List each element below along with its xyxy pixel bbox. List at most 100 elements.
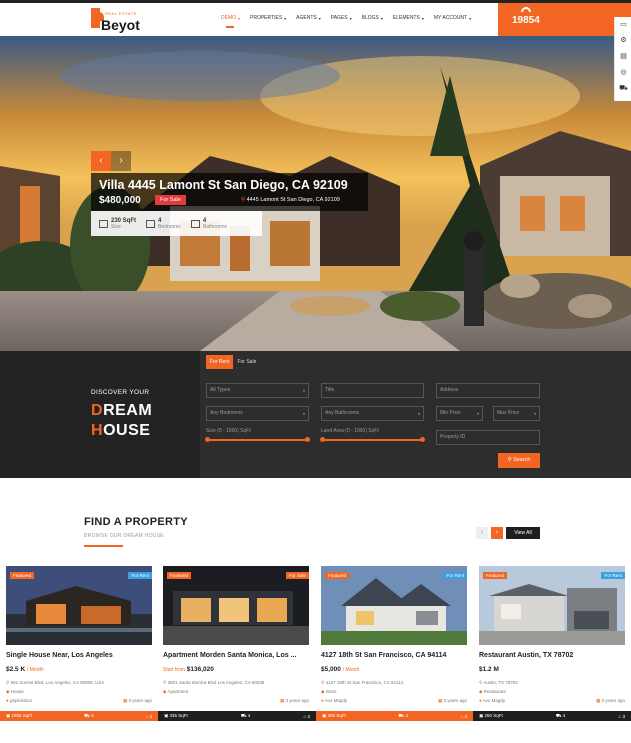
property-name[interactable]: Restaurant Austin, TX 78702 (479, 652, 573, 659)
nav-elements[interactable]: ELEMENTS ▾ (393, 15, 424, 21)
property-agent[interactable]: ● g5plusskcs (6, 698, 32, 703)
feature-bedrooms: 4 Bedrooms (146, 218, 181, 230)
dream-house-heading: DREAM HOUSE (91, 401, 152, 441)
baths-value: 3 (307, 713, 310, 719)
phone-icon (521, 7, 531, 12)
land-range-track[interactable] (323, 439, 423, 441)
property-card[interactable]: Featured For Rent Single House Near, Los… (6, 566, 152, 720)
feature-size: 230 SqFt Size (99, 218, 136, 230)
types-select[interactable]: All Types ▾ (206, 383, 309, 398)
tab-for-sale[interactable]: For Sale (233, 355, 260, 369)
property-card[interactable]: Featured For Sale Apartment Morden Santa… (163, 566, 309, 720)
target-icon[interactable]: ◎ (615, 65, 631, 81)
button-label: Search (513, 457, 531, 463)
type-text: Store (325, 689, 337, 694)
nav-label: DEMO (221, 15, 236, 21)
land-range-min-handle[interactable] (320, 437, 325, 442)
chevron-down-icon: ▾ (421, 15, 424, 21)
type-text: House (10, 689, 24, 694)
status-badge: For Rent (443, 572, 467, 579)
chevron-right-icon[interactable]: › (111, 151, 131, 171)
chevron-right-icon[interactable]: › (491, 527, 503, 539)
property-image[interactable]: Featured For Rent (6, 566, 152, 645)
phone-box[interactable]: 19854 (498, 3, 631, 36)
tag-icon: ◆ (163, 689, 167, 694)
property-agent[interactable]: ● Avo Magdy (321, 698, 347, 703)
address-input[interactable]: Address (436, 383, 540, 398)
bathrooms-select[interactable]: Any Bathrooms ▾ (321, 406, 424, 421)
search-button[interactable]: ⚲ Search (498, 453, 540, 468)
property-id-input[interactable]: Property ID (436, 430, 540, 445)
select-value: Any Bedrooms (210, 410, 243, 416)
property-type: ◆ Restaurant (479, 689, 506, 695)
property-features-strip: ▣ 300 SqFt ⛟ 4 ⌂ 3 (316, 711, 473, 721)
monitor-icon[interactable]: ▭ (615, 17, 631, 33)
size-range-min-handle[interactable] (205, 437, 210, 442)
select-value: Min Price (440, 410, 461, 416)
document-icon[interactable]: ▤ (615, 49, 631, 65)
settings-icon[interactable]: ⚙ (615, 33, 631, 49)
property-features-strip: ▣ 260 SqFt ⛟ 4 ⌂ 3 (473, 711, 631, 721)
property-address: ⚲ 3601 Santa Monica Blvd Los Angeles, CA… (163, 680, 264, 686)
beds-value: 3 (91, 712, 94, 718)
nav-my-account[interactable]: MY ACCOUNT ▾ (434, 15, 471, 21)
nav-pages[interactable]: PAGES ▾ (331, 15, 352, 21)
property-image[interactable]: Featured For Rent (479, 566, 625, 645)
nav-agents[interactable]: AGENTS ▾ (296, 15, 321, 21)
nav-label: PAGES (330, 15, 348, 21)
property-image[interactable]: Featured For Rent (321, 566, 467, 645)
property-type: ◆ House (6, 689, 24, 695)
property-image[interactable]: Featured For Sale (163, 566, 309, 645)
max-price-select[interactable]: Max Price ▾ (493, 406, 540, 421)
size-range-track[interactable] (208, 439, 308, 441)
land-range-max-handle[interactable] (420, 437, 425, 442)
cart-icon[interactable]: ⛟ (615, 81, 631, 97)
chevron-down-icon: ▾ (469, 15, 472, 21)
heading-initial: H (91, 422, 104, 439)
feature-beds: ⛟ 3 (84, 712, 94, 718)
min-price-select[interactable]: Min Price ▾ (436, 406, 483, 421)
property-name[interactable]: Apartment Morden Santa Monica, Los ... (163, 652, 296, 659)
nav-demo[interactable]: DEMO ▾ (221, 15, 241, 28)
property-features-strip: ▣ 1856 SqFt ⛟ 3 ⌂ 3 (0, 711, 158, 721)
property-card[interactable]: Featured For Rent 4127 18th St San Franc… (321, 566, 467, 720)
property-address: ⚲ 4127 18th St San Francisco, CA 94114 (321, 680, 403, 686)
chevron-left-icon[interactable]: ‹ (476, 527, 488, 539)
view-all-button[interactable]: View All (506, 527, 540, 539)
phone-number: 19854 (512, 15, 540, 26)
nav-properties[interactable]: PROPERTIES ▾ (250, 15, 286, 21)
nav-label: AGENTS (296, 15, 317, 21)
hero-features: 230 SqFt Size 4 Bedrooms 4 Bathrooms (91, 211, 262, 236)
featured-badge: Featured (483, 572, 508, 579)
property-name[interactable]: 4127 18th St San Francisco, CA 94114 (321, 652, 446, 659)
property-card[interactable]: Featured For Rent Restaurant Austin, TX … (479, 566, 625, 720)
nav-blogs[interactable]: BLOGS ▾ (362, 15, 383, 21)
post-date: ▦ 3 years ago (438, 698, 467, 704)
active-underline (226, 26, 234, 28)
chevron-down-icon: ▾ (380, 15, 383, 21)
hero-address-text: 4445 Lamont St San Diego, CA 92109 (246, 197, 340, 203)
title-input[interactable]: Title (321, 383, 424, 398)
size-range-max-handle[interactable] (305, 437, 310, 442)
chevron-down-icon: ▾ (238, 15, 241, 21)
hero-title[interactable]: Villa 4445 Lamont St San Diego, CA 92109 (99, 178, 348, 192)
beds-value: 4 (405, 712, 408, 718)
beds-value: 4 (562, 712, 566, 718)
agent-text: Avo Magdy (324, 698, 348, 703)
date-text: 3 years ago (443, 698, 467, 703)
logo[interactable]: REAL ESTATE Beyot (91, 8, 141, 34)
calendar-icon: ▦ (279, 698, 285, 703)
property-agent[interactable]: ● Avo Magdy (479, 698, 505, 703)
price-value: $5,000 (321, 666, 341, 673)
property-name[interactable]: Single House Near, Los Angeles (6, 652, 113, 659)
post-date: ▦ 3 years ago (280, 698, 309, 704)
hero-property-info[interactable]: Villa 4445 Lamont St San Diego, CA 92109… (91, 173, 368, 211)
select-value: Max Price (497, 410, 520, 416)
input-placeholder: Property ID (440, 434, 466, 440)
bedrooms-select[interactable]: Any Bedrooms ▾ (206, 406, 309, 421)
tab-for-rent[interactable]: For Rent (206, 355, 234, 369)
chevron-left-icon[interactable]: ‹ (91, 151, 111, 171)
feature-baths: ⌂ 3 (303, 713, 310, 719)
agent-text: Avo Magdy (482, 698, 506, 703)
featured-badge: Featured (10, 572, 35, 579)
